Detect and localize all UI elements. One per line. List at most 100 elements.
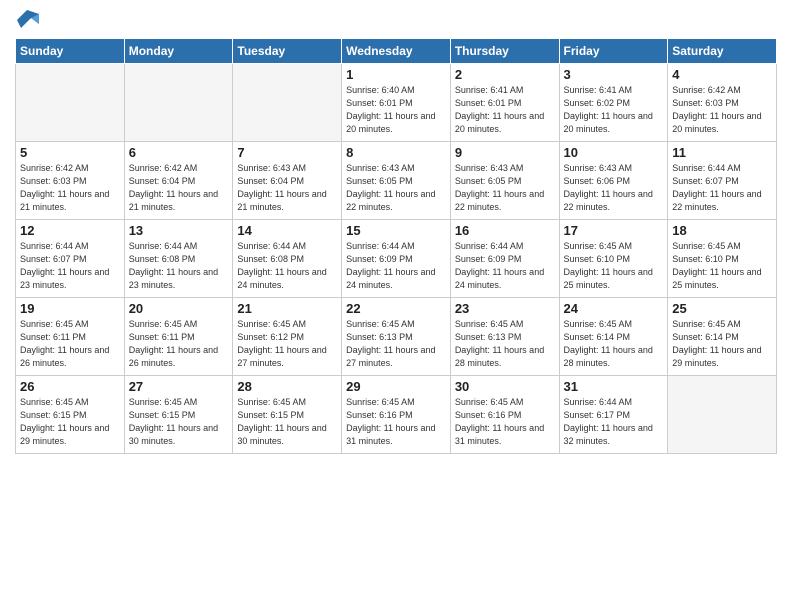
calendar-cell: 9 Sunrise: 6:43 AM Sunset: 6:05 PM Daylig… <box>450 142 559 220</box>
logo-icon <box>17 10 39 32</box>
day-number: 27 <box>129 379 229 394</box>
day-info: Sunrise: 6:44 AM Sunset: 6:09 PM Dayligh… <box>346 240 446 292</box>
day-info: Sunrise: 6:44 AM Sunset: 6:07 PM Dayligh… <box>20 240 120 292</box>
calendar-cell: 21Sunrise: 6:45 AM Sunset: 6:12 PM Dayli… <box>233 298 342 376</box>
calendar-cell: 28 Sunrise: 6:45 AM Sunset: 6:15 PM Dayli… <box>233 376 342 454</box>
calendar-cell: 13Sunrise: 6:44 AM Sunset: 6:08 PM Dayli… <box>124 220 233 298</box>
day-info: Sunrise: 6:45 AM Sunset: 6:16 PM Dayligh… <box>346 396 446 448</box>
week-row-2: 5 Sunrise: 6:42 AM Sunset: 6:03 PM Daylig… <box>16 142 777 220</box>
day-number: 14 <box>237 223 337 238</box>
day-info: Sunrise: 6:40 AM Sunset: 6:01 PM Dayligh… <box>346 84 446 136</box>
page: SundayMondayTuesdayWednesdayThursdayFrid… <box>0 0 792 612</box>
day-info: Sunrise: 6:45 AM Sunset: 6:12 PM Dayligh… <box>237 318 337 370</box>
calendar-cell: 16Sunrise: 6:44 AM Sunset: 6:09 PM Dayli… <box>450 220 559 298</box>
calendar-cell: 18 Sunrise: 6:45 AM Sunset: 6:10 PM Dayli… <box>668 220 777 298</box>
day-info: Sunrise: 6:41 AM Sunset: 6:02 PM Dayligh… <box>564 84 664 136</box>
week-row-4: 19 Sunrise: 6:45 AM Sunset: 6:11 PM Dayli… <box>16 298 777 376</box>
calendar-cell: 20Sunrise: 6:45 AM Sunset: 6:11 PM Dayli… <box>124 298 233 376</box>
calendar-cell: 10 Sunrise: 6:43 AM Sunset: 6:06 PM Dayli… <box>559 142 668 220</box>
day-number: 29 <box>346 379 446 394</box>
week-row-5: 26 Sunrise: 6:45 AM Sunset: 6:15 PM Dayli… <box>16 376 777 454</box>
calendar-cell: 30 Sunrise: 6:45 AM Sunset: 6:16 PM Dayli… <box>450 376 559 454</box>
day-number: 23 <box>455 301 555 316</box>
calendar-cell: 25 Sunrise: 6:45 AM Sunset: 6:14 PM Dayli… <box>668 298 777 376</box>
day-info: Sunrise: 6:45 AM Sunset: 6:14 PM Dayligh… <box>672 318 772 370</box>
calendar-cell: 29 Sunrise: 6:45 AM Sunset: 6:16 PM Dayli… <box>342 376 451 454</box>
weekday-header-saturday: Saturday <box>668 39 777 64</box>
day-info: Sunrise: 6:43 AM Sunset: 6:05 PM Dayligh… <box>455 162 555 214</box>
day-info: Sunrise: 6:45 AM Sunset: 6:16 PM Dayligh… <box>455 396 555 448</box>
weekday-header-friday: Friday <box>559 39 668 64</box>
calendar-body: 1 Sunrise: 6:40 AM Sunset: 6:01 PM Daylig… <box>16 64 777 454</box>
day-info: Sunrise: 6:45 AM Sunset: 6:15 PM Dayligh… <box>20 396 120 448</box>
day-info: Sunrise: 6:45 AM Sunset: 6:15 PM Dayligh… <box>237 396 337 448</box>
day-info: Sunrise: 6:45 AM Sunset: 6:14 PM Dayligh… <box>564 318 664 370</box>
calendar-cell: 27 Sunrise: 6:45 AM Sunset: 6:15 PM Dayli… <box>124 376 233 454</box>
day-number: 1 <box>346 67 446 82</box>
day-number: 18 <box>672 223 772 238</box>
calendar-cell <box>668 376 777 454</box>
day-number: 22 <box>346 301 446 316</box>
day-number: 11 <box>672 145 772 160</box>
calendar-cell: 7 Sunrise: 6:43 AM Sunset: 6:04 PM Daylig… <box>233 142 342 220</box>
day-number: 20 <box>129 301 229 316</box>
calendar-cell <box>233 64 342 142</box>
day-number: 2 <box>455 67 555 82</box>
day-info: Sunrise: 6:45 AM Sunset: 6:10 PM Dayligh… <box>564 240 664 292</box>
calendar-cell <box>124 64 233 142</box>
logo <box>15 10 39 32</box>
week-row-3: 12 Sunrise: 6:44 AM Sunset: 6:07 PM Dayli… <box>16 220 777 298</box>
calendar-cell <box>16 64 125 142</box>
day-number: 25 <box>672 301 772 316</box>
calendar-cell: 1 Sunrise: 6:40 AM Sunset: 6:01 PM Daylig… <box>342 64 451 142</box>
calendar-cell: 15 Sunrise: 6:44 AM Sunset: 6:09 PM Dayli… <box>342 220 451 298</box>
day-number: 19 <box>20 301 120 316</box>
day-number: 15 <box>346 223 446 238</box>
day-number: 30 <box>455 379 555 394</box>
day-info: Sunrise: 6:43 AM Sunset: 6:04 PM Dayligh… <box>237 162 337 214</box>
day-number: 9 <box>455 145 555 160</box>
day-info: Sunrise: 6:44 AM Sunset: 6:08 PM Dayligh… <box>237 240 337 292</box>
day-info: Sunrise: 6:44 AM Sunset: 6:09 PM Dayligh… <box>455 240 555 292</box>
calendar-cell: 8 Sunrise: 6:43 AM Sunset: 6:05 PM Daylig… <box>342 142 451 220</box>
day-number: 28 <box>237 379 337 394</box>
calendar-header-row: SundayMondayTuesdayWednesdayThursdayFrid… <box>16 39 777 64</box>
day-info: Sunrise: 6:45 AM Sunset: 6:13 PM Dayligh… <box>346 318 446 370</box>
day-number: 7 <box>237 145 337 160</box>
calendar-table: SundayMondayTuesdayWednesdayThursdayFrid… <box>15 38 777 454</box>
day-number: 8 <box>346 145 446 160</box>
weekday-header-sunday: Sunday <box>16 39 125 64</box>
calendar-cell: 17 Sunrise: 6:45 AM Sunset: 6:10 PM Dayli… <box>559 220 668 298</box>
weekday-header-monday: Monday <box>124 39 233 64</box>
day-info: Sunrise: 6:42 AM Sunset: 6:04 PM Dayligh… <box>129 162 229 214</box>
day-number: 10 <box>564 145 664 160</box>
header <box>15 10 777 32</box>
day-info: Sunrise: 6:44 AM Sunset: 6:07 PM Dayligh… <box>672 162 772 214</box>
day-info: Sunrise: 6:45 AM Sunset: 6:15 PM Dayligh… <box>129 396 229 448</box>
day-number: 5 <box>20 145 120 160</box>
day-info: Sunrise: 6:45 AM Sunset: 6:10 PM Dayligh… <box>672 240 772 292</box>
day-info: Sunrise: 6:45 AM Sunset: 6:11 PM Dayligh… <box>20 318 120 370</box>
day-info: Sunrise: 6:43 AM Sunset: 6:05 PM Dayligh… <box>346 162 446 214</box>
calendar-cell: 4Sunrise: 6:42 AM Sunset: 6:03 PM Daylig… <box>668 64 777 142</box>
calendar-cell: 14 Sunrise: 6:44 AM Sunset: 6:08 PM Dayli… <box>233 220 342 298</box>
calendar-cell: 24 Sunrise: 6:45 AM Sunset: 6:14 PM Dayli… <box>559 298 668 376</box>
day-number: 26 <box>20 379 120 394</box>
calendar-cell: 23Sunrise: 6:45 AM Sunset: 6:13 PM Dayli… <box>450 298 559 376</box>
weekday-header-wednesday: Wednesday <box>342 39 451 64</box>
weekday-header-tuesday: Tuesday <box>233 39 342 64</box>
day-info: Sunrise: 6:42 AM Sunset: 6:03 PM Dayligh… <box>20 162 120 214</box>
day-info: Sunrise: 6:43 AM Sunset: 6:06 PM Dayligh… <box>564 162 664 214</box>
day-number: 12 <box>20 223 120 238</box>
weekday-header-thursday: Thursday <box>450 39 559 64</box>
calendar-cell: 12 Sunrise: 6:44 AM Sunset: 6:07 PM Dayli… <box>16 220 125 298</box>
day-info: Sunrise: 6:44 AM Sunset: 6:08 PM Dayligh… <box>129 240 229 292</box>
calendar-cell: 11 Sunrise: 6:44 AM Sunset: 6:07 PM Dayli… <box>668 142 777 220</box>
week-row-1: 1 Sunrise: 6:40 AM Sunset: 6:01 PM Daylig… <box>16 64 777 142</box>
day-number: 24 <box>564 301 664 316</box>
calendar-cell: 19 Sunrise: 6:45 AM Sunset: 6:11 PM Dayli… <box>16 298 125 376</box>
day-number: 17 <box>564 223 664 238</box>
calendar-cell: 5 Sunrise: 6:42 AM Sunset: 6:03 PM Daylig… <box>16 142 125 220</box>
day-number: 6 <box>129 145 229 160</box>
calendar-cell: 22 Sunrise: 6:45 AM Sunset: 6:13 PM Dayli… <box>342 298 451 376</box>
